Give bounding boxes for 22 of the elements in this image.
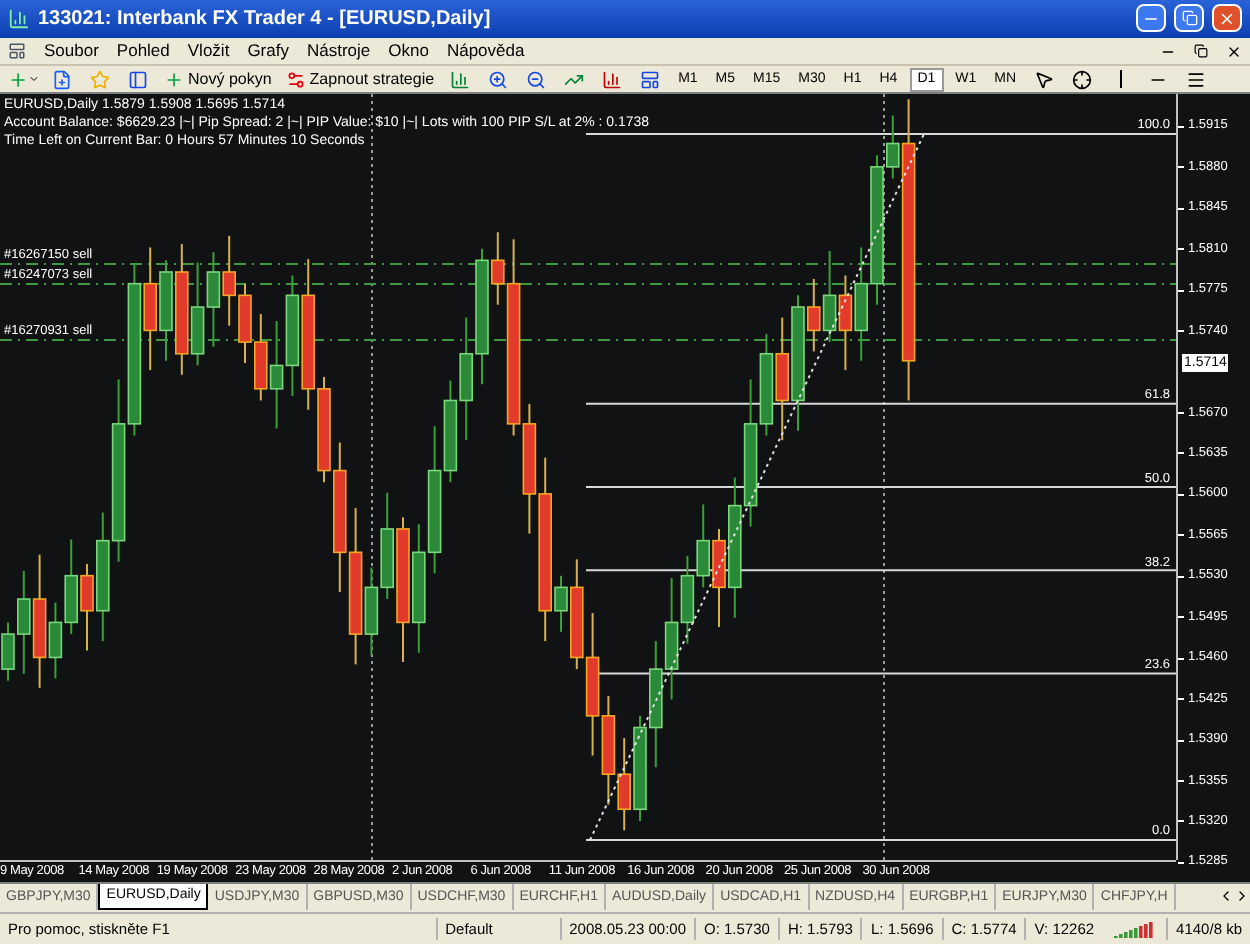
- menu-item[interactable]: Grafy: [247, 38, 289, 64]
- document-icon: [8, 42, 26, 61]
- connection-bars-icon: [1114, 920, 1155, 939]
- app-icon: [8, 7, 30, 30]
- toolbar-button[interactable]: Nový pokyn: [160, 67, 276, 92]
- menu-item[interactable]: Pohled: [116, 38, 170, 64]
- minimize-icon[interactable]: [1136, 4, 1166, 33]
- close-icon[interactable]: [1212, 4, 1242, 33]
- menu-item[interactable]: Okno: [388, 38, 429, 64]
- close-icon: [1226, 43, 1242, 60]
- plus-icon: [164, 69, 184, 90]
- toolbar-button[interactable]: Zapnout strategie: [281, 67, 439, 92]
- menu-item[interactable]: Nástroje: [306, 38, 371, 64]
- menu-item[interactable]: Soubor: [44, 38, 99, 64]
- menu-item[interactable]: Nápověda: [446, 38, 525, 64]
- menu-item[interactable]: Vložit: [187, 38, 230, 64]
- scroll-left-icon: [1218, 888, 1234, 905]
- sliders-icon: [285, 69, 306, 90]
- window-title: 133021: Interbank FX Trader 4 - [EURUSD,Daily]: [38, 5, 493, 34]
- restore-icon: [1194, 44, 1208, 59]
- scroll-right-icon: [1234, 888, 1250, 905]
- maximize-icon[interactable]: [1174, 4, 1204, 33]
